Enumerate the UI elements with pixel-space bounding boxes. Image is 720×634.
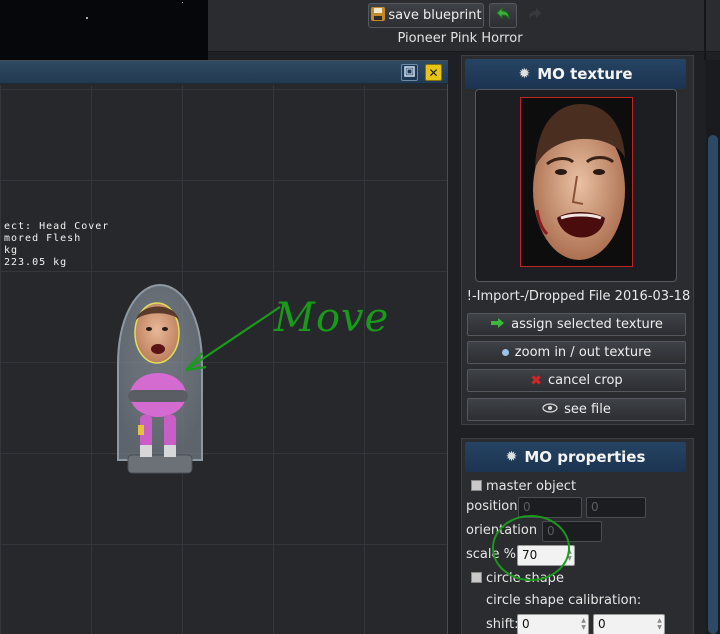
cancel-crop-button[interactable]: ✖ cancel crop	[467, 369, 686, 392]
maximize-button[interactable]	[401, 64, 418, 81]
assign-texture-button[interactable]: assign selected texture	[467, 313, 686, 336]
texture-file-label: !-Import-/Dropped File 2016-03-18	[466, 289, 691, 304]
position-y-input[interactable]: 0	[586, 497, 646, 518]
properties-panel: ✹ MO properties master object position 0…	[461, 438, 694, 634]
undo-icon	[494, 6, 512, 26]
eye-icon	[542, 402, 558, 417]
properties-panel-header: ✹ MO properties	[465, 442, 686, 472]
assign-texture-label: assign selected texture	[511, 317, 663, 332]
scrollbar-thumb[interactable]	[708, 135, 718, 634]
shift-x-value: 0	[522, 617, 530, 631]
see-file-label: see file	[564, 402, 611, 417]
editor-viewport[interactable]: ✕ ect: Head Cover mored Flesh kg 223.05 …	[0, 60, 448, 634]
properties-panel-title: MO properties	[524, 448, 646, 466]
top-toolbar: save blueprint Pioneer Pink Horror	[208, 0, 720, 52]
scale-annotation-circle	[492, 515, 570, 581]
move-annotation-text: Move	[274, 295, 390, 341]
info-line: kg	[4, 245, 19, 256]
undo-button[interactable]	[489, 3, 517, 28]
object-info: ect: Head Cover mored Flesh kg 223.05 kg	[4, 221, 109, 269]
redo-icon	[526, 6, 544, 26]
close-icon: ✕	[428, 65, 439, 80]
crop-frame[interactable]	[520, 97, 633, 267]
see-file-button[interactable]: see file	[467, 398, 686, 421]
divider	[704, 0, 706, 60]
redo-button[interactable]	[521, 3, 549, 28]
texture-panel-title: MO texture	[537, 65, 633, 83]
zoom-texture-button[interactable]: zoom in / out texture	[467, 341, 686, 364]
texture-preview[interactable]	[475, 89, 677, 282]
calibration-label: circle shape calibration:	[486, 593, 642, 608]
master-object-label: master object	[486, 479, 577, 494]
info-line: mored Flesh	[4, 233, 82, 244]
save-icon	[370, 6, 386, 26]
maximize-icon	[404, 65, 415, 80]
save-blueprint-label: save blueprint	[388, 8, 482, 23]
close-button[interactable]: ✕	[425, 64, 442, 81]
viewport-header: ✕	[0, 61, 448, 84]
arrow-right-icon	[490, 317, 505, 333]
texture-panel: ✹ MO texture !-Import-/Dropped File 2016…	[461, 55, 694, 425]
master-object-checkbox[interactable]	[471, 480, 482, 491]
texture-image	[521, 98, 632, 266]
info-line: ect: Head Cover	[4, 221, 110, 232]
background-space	[0, 0, 208, 60]
dot-icon	[501, 349, 509, 356]
zoom-texture-label: zoom in / out texture	[514, 345, 652, 360]
gear-icon: ✹	[518, 66, 531, 82]
save-blueprint-button[interactable]: save blueprint	[368, 3, 484, 28]
shift-x-input[interactable]: 0 ▲ ▼	[517, 614, 589, 634]
cancel-crop-label: cancel crop	[548, 373, 623, 388]
cancel-icon: ✖	[530, 372, 543, 389]
circle-shape-checkbox[interactable]	[471, 572, 482, 583]
star	[182, 2, 183, 3]
texture-panel-header: ✹ MO texture	[465, 59, 686, 89]
shift-label: shift:	[486, 617, 519, 632]
shift-x-spinner[interactable]: ▲ ▼	[580, 617, 587, 632]
blueprint-name: Pioneer Pink Horror	[397, 31, 523, 46]
info-line: 223.05 kg	[4, 257, 68, 268]
gear-icon: ✹	[505, 449, 518, 465]
star	[86, 17, 88, 19]
shift-y-value: 0	[598, 617, 606, 631]
shift-y-spinner[interactable]: ▲ ▼	[656, 617, 663, 632]
grid-canvas[interactable]: ect: Head Cover mored Flesh kg 223.05 kg	[0, 85, 447, 634]
shift-y-input[interactable]: 0 ▲ ▼	[593, 614, 665, 634]
